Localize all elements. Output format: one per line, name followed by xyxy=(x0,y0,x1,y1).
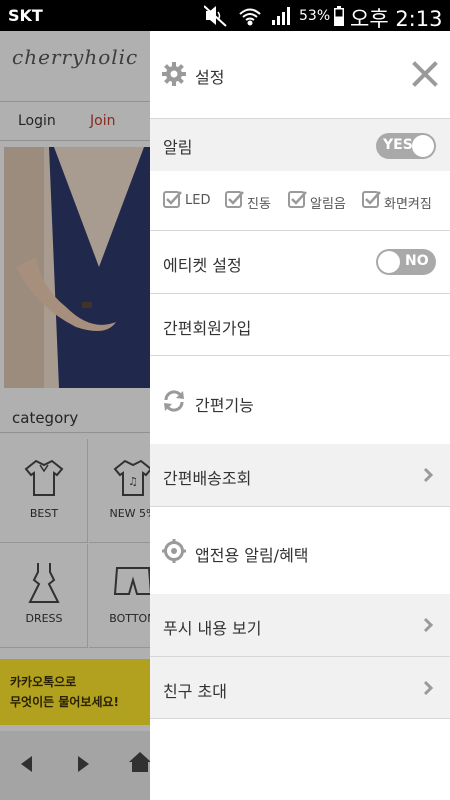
notification-options: LED 진동 알림음 화면켜짐 xyxy=(150,171,450,231)
checkbox-checked-icon xyxy=(225,191,244,208)
chevron-right-icon xyxy=(423,467,434,483)
chevron-right-icon xyxy=(423,617,434,633)
checkbox-label: 화면켜짐 xyxy=(384,197,432,212)
simple-signup-label: 간편회원가입 xyxy=(163,319,252,338)
carrier-name: SKT xyxy=(8,6,43,25)
clock: 오후 2:13 xyxy=(350,7,443,31)
close-icon[interactable] xyxy=(412,61,438,91)
checkbox-checked-icon xyxy=(163,191,182,208)
toggle-knob xyxy=(378,251,400,273)
status-bar: SKT 53% 오후 2:13 xyxy=(0,0,450,31)
mute-icon xyxy=(203,5,227,27)
notification-label: 알림 xyxy=(163,138,193,157)
checkbox-checked-icon xyxy=(288,191,307,208)
gear-icon xyxy=(162,62,186,90)
delivery-lookup-label: 간편배송조회 xyxy=(163,469,252,488)
view-push-label: 푸시 내용 보기 xyxy=(163,619,262,638)
target-icon xyxy=(162,539,186,567)
etiquette-label: 에티켓 설정 xyxy=(163,256,242,275)
drawer-header: 설정 xyxy=(150,31,450,119)
checkbox-label: LED xyxy=(185,193,211,208)
etiquette-row: 에티켓 설정 NO xyxy=(150,231,450,294)
battery-percent: 53% xyxy=(299,8,331,24)
status-icons xyxy=(203,5,299,27)
drawer-title: 설정 xyxy=(195,68,225,87)
toggle-knob xyxy=(412,135,434,157)
settings-drawer: 설정 알림 YES LED 진동 알림음 화면켜짐 에티켓 설정 NO 간편회원… xyxy=(150,31,450,800)
notification-toggle[interactable]: YES xyxy=(376,133,436,159)
wifi-icon xyxy=(239,8,261,26)
notification-row: 알림 YES xyxy=(150,119,450,171)
simple-features-label: 간편기능 xyxy=(195,396,254,415)
toggle-text: YES xyxy=(383,137,413,153)
simple-features-row[interactable]: 간편기능 xyxy=(150,356,450,444)
checkbox-label: 알림음 xyxy=(310,197,346,212)
app-benefits-label: 앱전용 알림/혜택 xyxy=(195,546,309,565)
battery-icon xyxy=(334,6,344,30)
view-push-row[interactable]: 푸시 내용 보기 xyxy=(150,594,450,657)
etiquette-toggle[interactable]: NO xyxy=(376,249,436,275)
simple-signup-row[interactable]: 간편회원가입 xyxy=(150,294,450,356)
checkbox-checked-icon xyxy=(362,191,381,208)
toggle-text: NO xyxy=(405,253,429,269)
invite-friends-row[interactable]: 친구 초대 xyxy=(150,657,450,719)
refresh-icon xyxy=(162,389,186,417)
chevron-right-icon xyxy=(423,680,434,696)
app-benefits-row[interactable]: 앱전용 알림/혜택 xyxy=(150,507,450,594)
invite-friends-label: 친구 초대 xyxy=(163,682,227,701)
dim-overlay[interactable] xyxy=(0,31,150,800)
checkbox-label: 진동 xyxy=(247,197,271,212)
delivery-lookup-row[interactable]: 간편배송조회 xyxy=(150,444,450,507)
signal-icon xyxy=(272,7,290,25)
